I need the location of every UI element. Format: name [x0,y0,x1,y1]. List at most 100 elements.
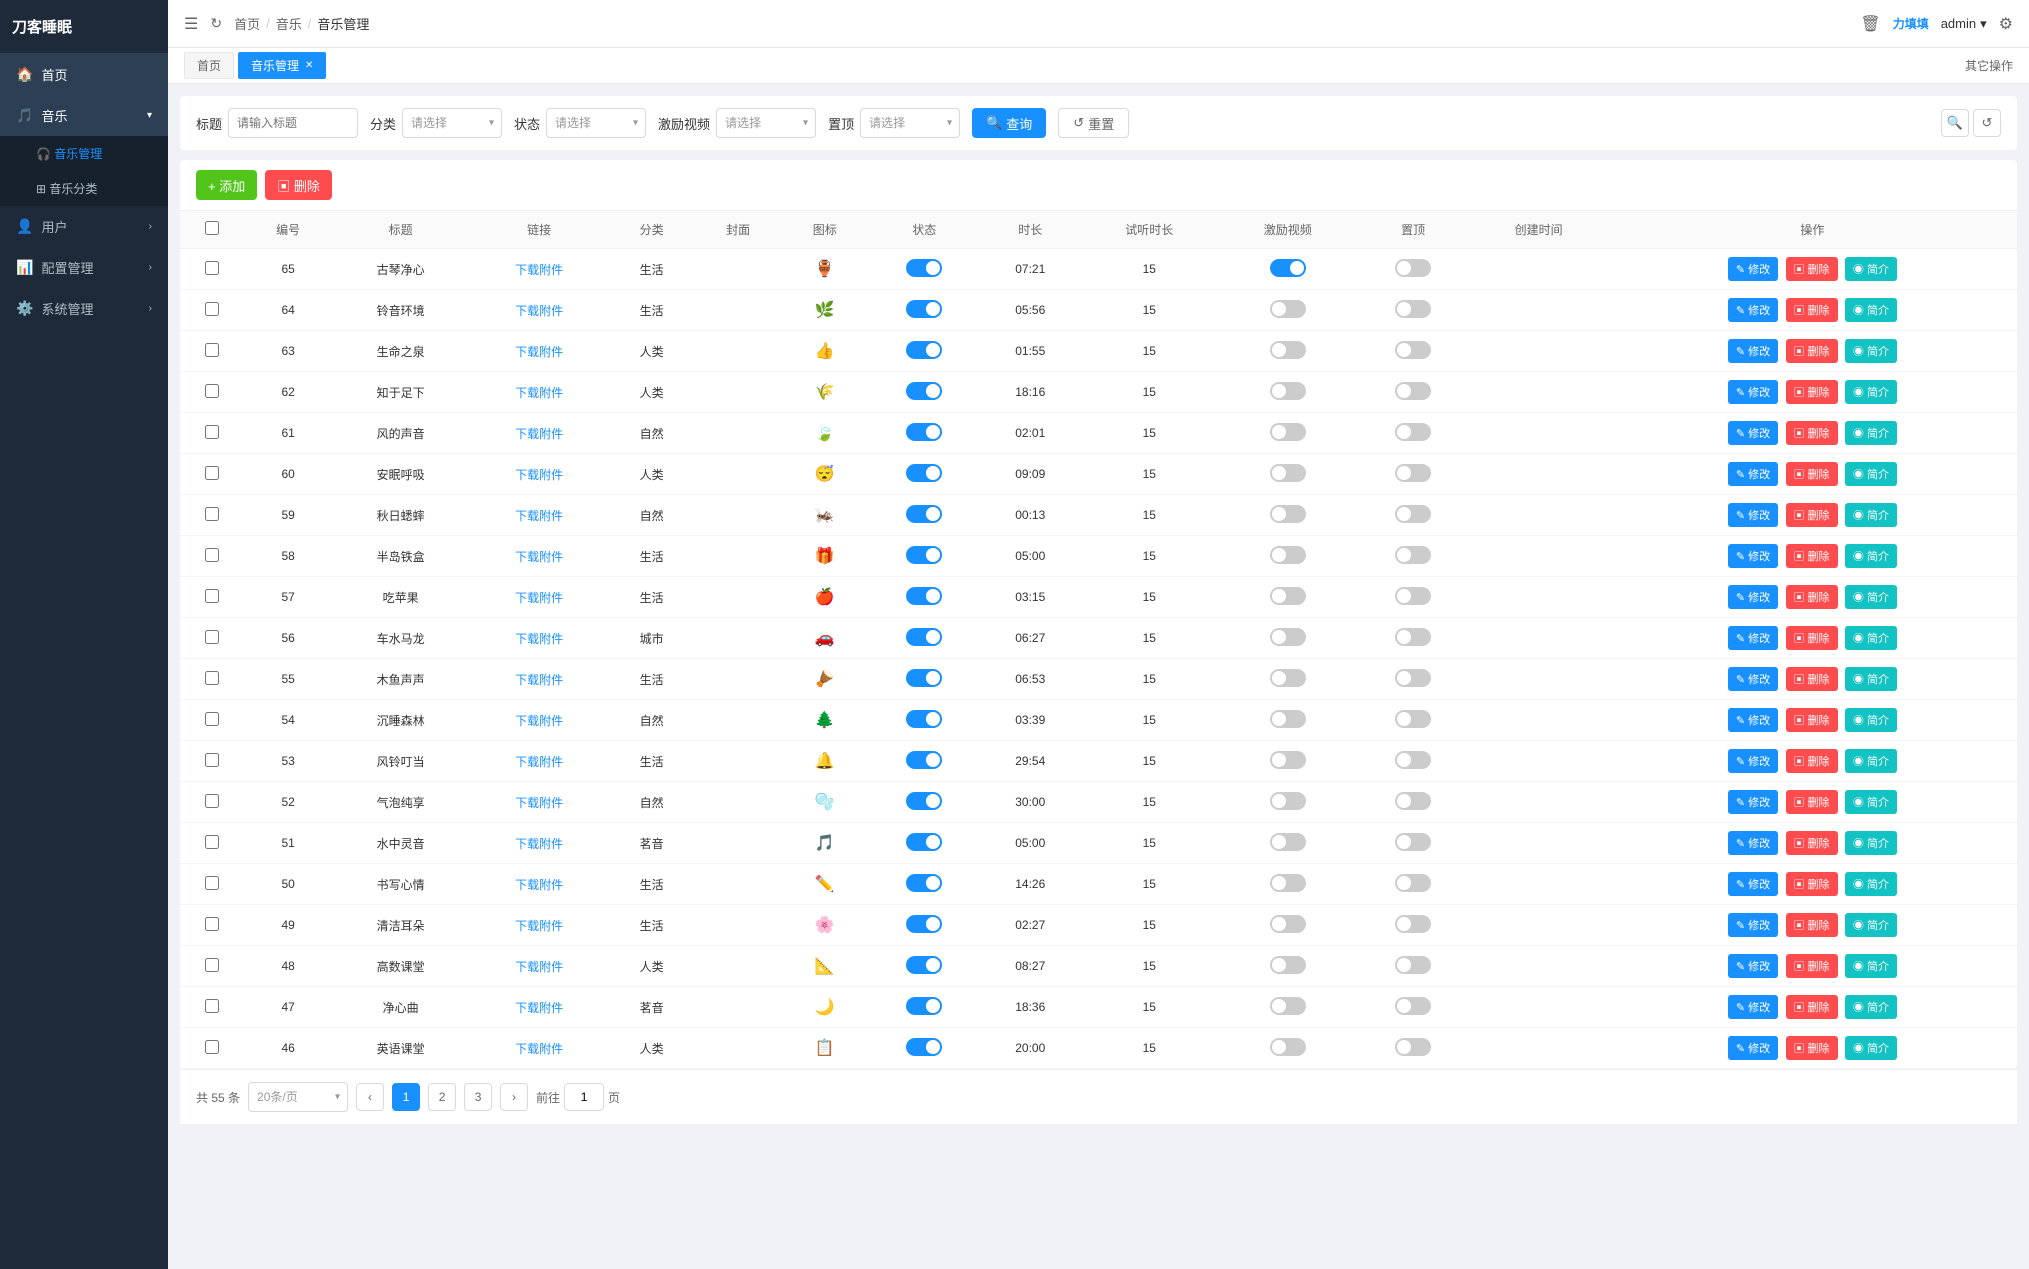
cell-status[interactable] [868,331,980,372]
row-checkbox[interactable] [205,712,219,726]
row-checkbox[interactable] [205,302,219,316]
row-checkbox[interactable] [205,917,219,931]
intro-button[interactable]: ◉ 简介 [1845,298,1897,322]
cell-link[interactable]: 下载附件 [470,577,608,618]
page-2-button[interactable]: 2 [428,1083,456,1111]
page-size-select[interactable]: 10条/页 20条/页 50条/页 [248,1082,348,1112]
cell-status[interactable] [868,823,980,864]
cell-link[interactable]: 下载附件 [470,536,608,577]
cell-ad-video[interactable] [1218,495,1356,536]
cell-ad-video[interactable] [1218,536,1356,577]
row-checkbox[interactable] [205,671,219,685]
menu-icon[interactable]: ☰ [184,14,198,34]
cell-link[interactable]: 下载附件 [470,741,608,782]
cell-link[interactable]: 下载附件 [470,987,608,1028]
intro-button[interactable]: ◉ 简介 [1845,626,1897,650]
delete-button[interactable]: ▣ 删除 [1786,380,1838,404]
delete-button[interactable]: ▣ 删除 [1786,626,1838,650]
cell-status[interactable] [868,290,980,331]
modify-button[interactable]: ✎ 修改 [1728,339,1778,363]
intro-button[interactable]: ◉ 简介 [1845,339,1897,363]
top-select[interactable]: 请选择 [860,108,960,138]
row-checkbox[interactable] [205,835,219,849]
modify-button[interactable]: ✎ 修改 [1728,708,1778,732]
tab-close-icon[interactable]: ✕ [305,60,313,71]
cell-status[interactable] [868,659,980,700]
delete-button[interactable]: ▣ 删除 [1786,503,1838,527]
cell-top[interactable] [1357,413,1469,454]
modify-button[interactable]: ✎ 修改 [1728,831,1778,855]
intro-button[interactable]: ◉ 简介 [1845,954,1897,978]
cell-ad-video[interactable] [1218,454,1356,495]
cell-link[interactable]: 下载附件 [470,700,608,741]
cell-status[interactable] [868,536,980,577]
cell-status[interactable] [868,413,980,454]
cell-top[interactable] [1357,331,1469,372]
tab-home[interactable]: 首页 [184,52,234,79]
delete-button[interactable]: ▣ 删除 [1786,339,1838,363]
cell-link[interactable]: 下载附件 [470,618,608,659]
delete-button[interactable]: ▣ 删除 [1786,298,1838,322]
row-checkbox[interactable] [205,876,219,890]
modify-button[interactable]: ✎ 修改 [1728,257,1778,281]
intro-button[interactable]: ◉ 简介 [1845,995,1897,1019]
breadcrumb-home[interactable]: 首页 [234,14,260,33]
cell-ad-video[interactable] [1218,782,1356,823]
cell-top[interactable] [1357,454,1469,495]
cell-top[interactable] [1357,577,1469,618]
add-button[interactable]: + 添加 [196,170,257,200]
sidebar-item-user[interactable]: 👤 用户 › [0,206,168,247]
intro-button[interactable]: ◉ 简介 [1845,421,1897,445]
intro-button[interactable]: ◉ 简介 [1845,872,1897,896]
intro-button[interactable]: ◉ 简介 [1845,462,1897,486]
sidebar-item-music[interactable]: 🎵 音乐 ▾ [0,95,168,136]
cell-ad-video[interactable] [1218,290,1356,331]
modify-button[interactable]: ✎ 修改 [1728,749,1778,773]
status-select[interactable]: 请选择 [546,108,646,138]
cell-ad-video[interactable] [1218,864,1356,905]
intro-button[interactable]: ◉ 简介 [1845,667,1897,691]
modify-button[interactable]: ✎ 修改 [1728,995,1778,1019]
reset-button[interactable]: ↺ 重置 [1058,108,1129,138]
refresh-icon[interactable]: ↻ [210,15,222,32]
delete-button[interactable]: ▣ 删除 [1786,749,1838,773]
cell-status[interactable] [868,577,980,618]
intro-button[interactable]: ◉ 简介 [1845,380,1897,404]
cell-status[interactable] [868,372,980,413]
cell-link[interactable]: 下载附件 [470,782,608,823]
cell-link[interactable]: 下载附件 [470,905,608,946]
modify-button[interactable]: ✎ 修改 [1728,585,1778,609]
cell-ad-video[interactable] [1218,618,1356,659]
cell-link[interactable]: 下载附件 [470,290,608,331]
other-ops[interactable]: 其它操作 [1965,57,2013,74]
modify-button[interactable]: ✎ 修改 [1728,872,1778,896]
delete-button[interactable]: ▣ 删除 [1786,585,1838,609]
cell-status[interactable] [868,454,980,495]
cell-status[interactable] [868,741,980,782]
sidebar-item-music-manage[interactable]: 🎧 音乐管理 [0,136,168,171]
table-refresh-tool[interactable]: ↺ [1973,109,2001,137]
cell-status[interactable] [868,905,980,946]
cell-top[interactable] [1357,249,1469,290]
cell-top[interactable] [1357,905,1469,946]
delete-button[interactable]: ▣ 删除 [1786,790,1838,814]
cell-ad-video[interactable] [1218,987,1356,1028]
modify-button[interactable]: ✎ 修改 [1728,626,1778,650]
cell-status[interactable] [868,864,980,905]
intro-button[interactable]: ◉ 简介 [1845,749,1897,773]
cell-top[interactable] [1357,946,1469,987]
cell-top[interactable] [1357,700,1469,741]
modify-button[interactable]: ✎ 修改 [1728,298,1778,322]
cell-ad-video[interactable] [1218,1028,1356,1069]
cell-ad-video[interactable] [1218,413,1356,454]
cell-top[interactable] [1357,618,1469,659]
tab-music-manage[interactable]: 音乐管理 ✕ [238,52,326,79]
intro-button[interactable]: ◉ 简介 [1845,831,1897,855]
cell-ad-video[interactable] [1218,823,1356,864]
cell-status[interactable] [868,700,980,741]
page-3-button[interactable]: 3 [464,1083,492,1111]
cell-status[interactable] [868,987,980,1028]
jump-input[interactable] [564,1083,604,1111]
modify-button[interactable]: ✎ 修改 [1728,544,1778,568]
sidebar-item-config[interactable]: 📊 配置管理 › [0,247,168,288]
